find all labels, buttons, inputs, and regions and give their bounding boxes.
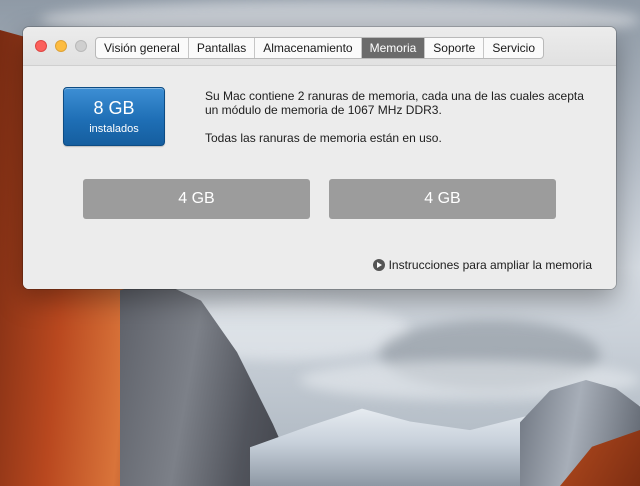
installed-memory-label: instalados xyxy=(89,123,139,135)
tab-vision-general[interactable]: Visión general xyxy=(96,38,189,58)
tab-bar: Visión general Pantallas Almacenamiento … xyxy=(95,37,545,59)
tab-pantallas[interactable]: Pantallas xyxy=(189,38,256,58)
tab-memoria[interactable]: Memoria xyxy=(361,38,426,58)
tab-almacenamiento[interactable]: Almacenamiento xyxy=(255,38,362,58)
memory-description: Su Mac contiene 2 ranuras de memoria, ca… xyxy=(205,89,600,159)
zoom-button[interactable] xyxy=(75,40,87,52)
memory-slots-info: Su Mac contiene 2 ranuras de memoria, ca… xyxy=(205,89,584,117)
memory-upgrade-link-label[interactable]: Instrucciones para ampliar la memoria xyxy=(389,258,592,272)
installed-memory-badge: 8 GB instalados xyxy=(63,87,165,146)
memory-slots-status: Todas las ranuras de memoria están en us… xyxy=(205,131,442,145)
arrow-circle-icon[interactable] xyxy=(372,259,385,271)
memory-slots: 4 GB 4 GB xyxy=(83,179,556,219)
memory-slot-1: 4 GB xyxy=(83,179,310,219)
about-this-mac-window: Visión general Pantallas Almacenamiento … xyxy=(23,27,616,289)
close-button[interactable] xyxy=(35,40,47,52)
memory-slot-2: 4 GB xyxy=(329,179,556,219)
minimize-button[interactable] xyxy=(55,40,67,52)
title-bar[interactable]: Visión general Pantallas Almacenamiento … xyxy=(23,27,616,66)
tab-servicio[interactable]: Servicio xyxy=(484,38,543,58)
installed-memory-size: 8 GB xyxy=(93,98,135,118)
tab-soporte[interactable]: Soporte xyxy=(425,38,485,58)
memory-upgrade-link[interactable]: Instrucciones para ampliar la memoria xyxy=(372,258,592,272)
memory-panel: 8 GB instalados Su Mac contiene 2 ranura… xyxy=(23,66,616,289)
